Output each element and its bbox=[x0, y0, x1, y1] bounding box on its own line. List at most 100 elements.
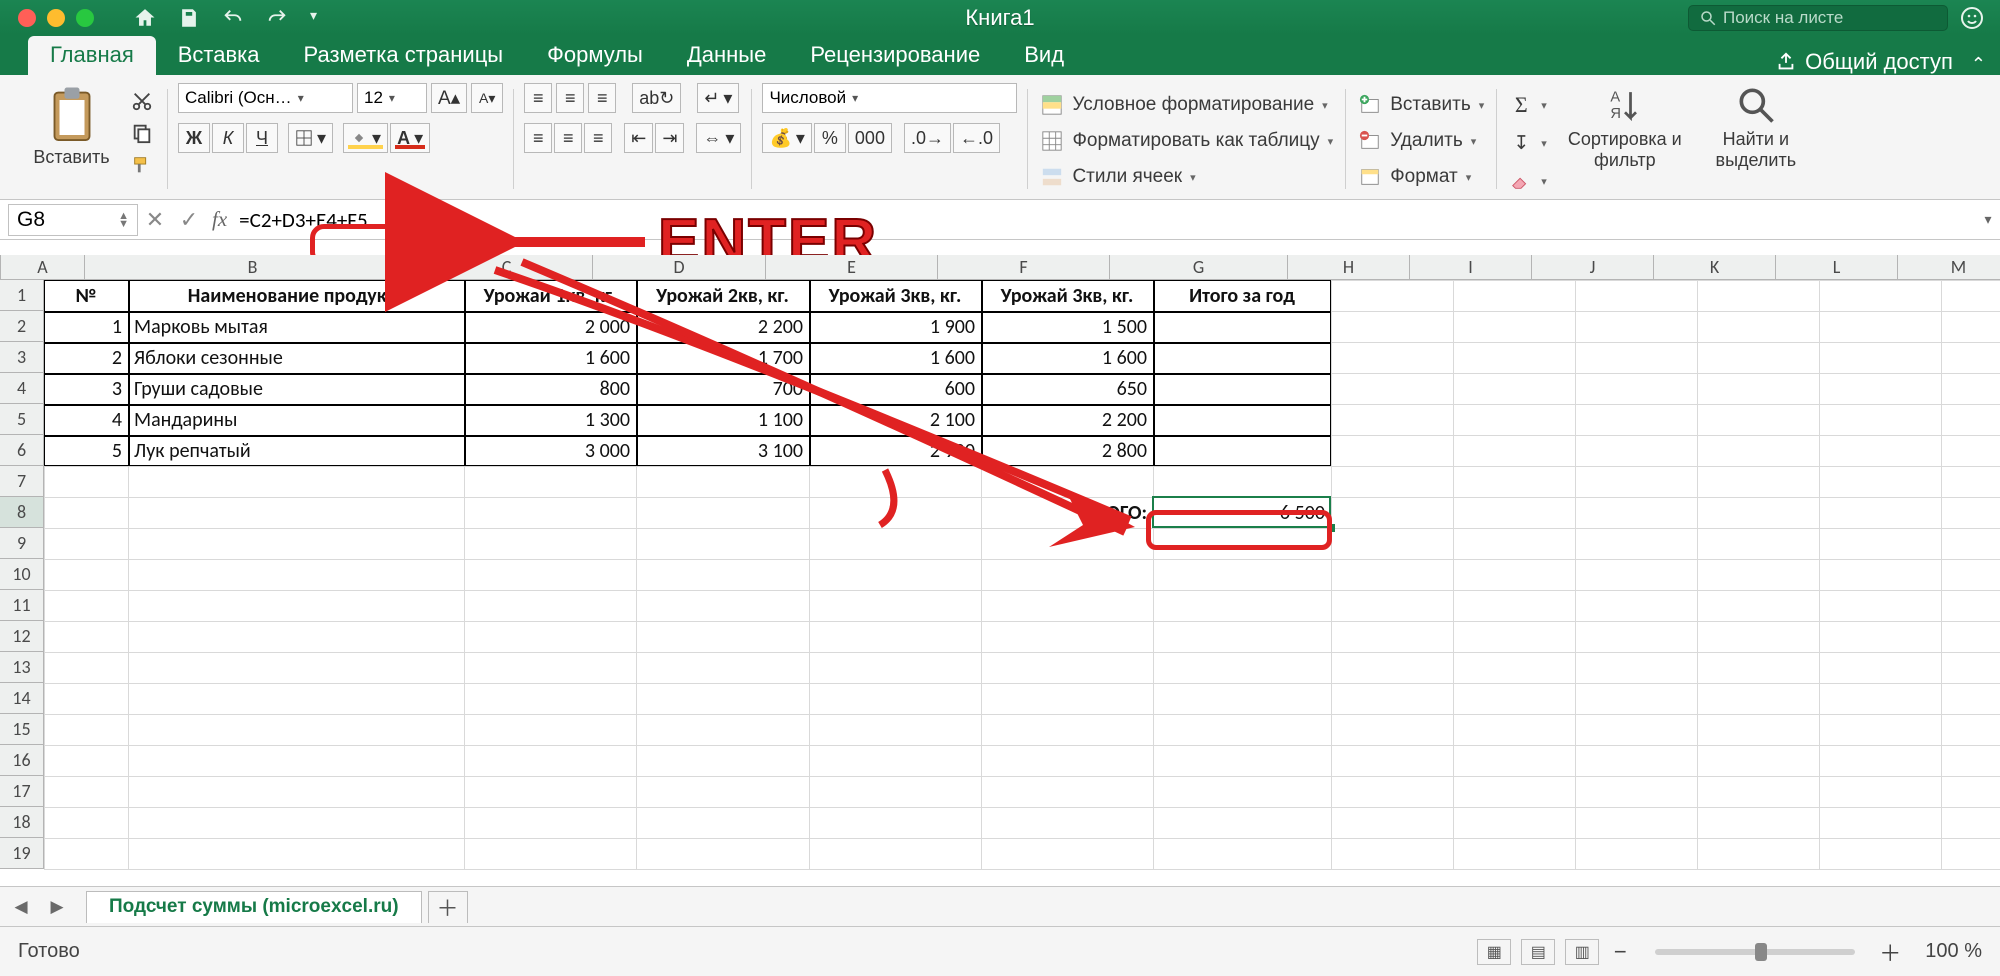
cell-A6[interactable]: 5 bbox=[44, 435, 128, 466]
decrease-indent-button[interactable]: ⇤ bbox=[624, 123, 653, 153]
align-center-button[interactable]: ≡ bbox=[554, 123, 582, 153]
insert-cells-button[interactable]: Вставить▾ bbox=[1356, 89, 1486, 121]
cell-A2[interactable]: 1 bbox=[44, 311, 128, 342]
cell-D5[interactable]: 1 100 bbox=[636, 404, 809, 435]
cell-A1[interactable]: № bbox=[44, 280, 128, 311]
cell-E1[interactable]: Урожай 3кв, кг. bbox=[809, 280, 981, 311]
col-header-H[interactable]: H bbox=[1288, 255, 1410, 279]
cell-E6[interactable]: 2 900 bbox=[809, 435, 981, 466]
tab-home[interactable]: Главная bbox=[28, 36, 156, 75]
cell-C1[interactable]: Урожай 1кв, кг. bbox=[464, 280, 636, 311]
align-top-button[interactable]: ≡ bbox=[524, 83, 552, 113]
underline-button[interactable]: Ч bbox=[246, 123, 278, 153]
percent-button[interactable]: % bbox=[814, 123, 846, 153]
col-header-M[interactable]: M bbox=[1898, 255, 2000, 279]
row-header-6[interactable]: 6 bbox=[0, 435, 43, 466]
tab-data[interactable]: Данные bbox=[665, 36, 788, 75]
cell-B4[interactable]: Груши садовые bbox=[128, 373, 464, 404]
enter-formula-button[interactable]: ✓ bbox=[172, 204, 206, 236]
align-middle-button[interactable]: ≡ bbox=[556, 83, 584, 113]
col-header-J[interactable]: J bbox=[1532, 255, 1654, 279]
add-sheet-button[interactable]: ＋ bbox=[428, 891, 468, 923]
cells-area[interactable]: №Наименование продуктаУрожай 1кв, кг.Уро… bbox=[44, 280, 2000, 869]
row-header-2[interactable]: 2 bbox=[0, 311, 43, 342]
merge-center-button[interactable]: ⇔▾ bbox=[696, 123, 741, 153]
cell-A5[interactable]: 4 bbox=[44, 404, 128, 435]
col-header-D[interactable]: D bbox=[593, 255, 766, 279]
row-header-14[interactable]: 14 bbox=[0, 683, 43, 714]
row-header-17[interactable]: 17 bbox=[0, 776, 43, 807]
row-header-10[interactable]: 10 bbox=[0, 559, 43, 590]
row-header-4[interactable]: 4 bbox=[0, 373, 43, 404]
feedback-icon[interactable] bbox=[1960, 6, 1984, 30]
cell-F6[interactable]: 2 800 bbox=[981, 435, 1153, 466]
font-color-button[interactable]: А▾ bbox=[390, 123, 430, 153]
row-header-5[interactable]: 5 bbox=[0, 404, 43, 435]
italic-button[interactable]: К bbox=[212, 123, 244, 153]
row-header-9[interactable]: 9 bbox=[0, 528, 43, 559]
cell-E4[interactable]: 600 bbox=[809, 373, 981, 404]
copy-button[interactable] bbox=[127, 121, 157, 145]
zoom-slider[interactable] bbox=[1655, 949, 1855, 955]
comma-style-button[interactable]: 000 bbox=[848, 123, 892, 153]
row-header-8[interactable]: 8 bbox=[0, 497, 43, 528]
view-normal-button[interactable]: ▦ bbox=[1477, 939, 1511, 965]
fill-button[interactable]: ↧▾ bbox=[1507, 127, 1549, 159]
sheet-search-box[interactable]: Поиск на листе bbox=[1688, 5, 1948, 31]
share-button[interactable]: Общий доступ bbox=[1775, 49, 1953, 75]
tab-layout[interactable]: Разметка страницы bbox=[282, 36, 526, 75]
minimize-window-button[interactable] bbox=[47, 9, 65, 27]
collapse-ribbon-icon[interactable]: ⌃ bbox=[1971, 54, 1986, 75]
close-window-button[interactable] bbox=[18, 9, 36, 27]
row-header-7[interactable]: 7 bbox=[0, 466, 43, 497]
cell-B3[interactable]: Яблоки сезонные bbox=[128, 342, 464, 373]
zoom-window-button[interactable] bbox=[76, 9, 94, 27]
col-header-I[interactable]: I bbox=[1410, 255, 1532, 279]
cell-E5[interactable]: 2 100 bbox=[809, 404, 981, 435]
tab-formulas[interactable]: Формулы bbox=[525, 36, 665, 75]
decrease-decimal-button[interactable]: ←.0 bbox=[953, 123, 1000, 153]
cell-C3[interactable]: 1 600 bbox=[464, 342, 636, 373]
cell-C5[interactable]: 1 300 bbox=[464, 404, 636, 435]
sort-filter-button[interactable]: AЯ Сортировка и фильтр bbox=[1565, 83, 1685, 170]
cancel-formula-button[interactable]: ✕ bbox=[138, 204, 172, 236]
cell-F5[interactable]: 2 200 bbox=[981, 404, 1153, 435]
zoom-in-button[interactable]: ＋ bbox=[1879, 936, 1901, 968]
row-header-16[interactable]: 16 bbox=[0, 745, 43, 776]
format-cells-button[interactable]: Формат▾ bbox=[1356, 161, 1486, 193]
cell-D6[interactable]: 3 100 bbox=[636, 435, 809, 466]
worksheet-grid[interactable]: ABCDEFGHIJKLM 12345678910111213141516171… bbox=[0, 255, 2000, 886]
undo-icon[interactable] bbox=[222, 7, 244, 29]
row-header-3[interactable]: 3 bbox=[0, 342, 43, 373]
view-page-layout-button[interactable]: ▤ bbox=[1521, 939, 1555, 965]
sheet-nav-prev[interactable]: ◀ bbox=[6, 892, 36, 922]
tab-insert[interactable]: Вставка bbox=[156, 36, 282, 75]
find-select-button[interactable]: Найти и выделить bbox=[1701, 83, 1811, 170]
borders-button[interactable]: ▾ bbox=[288, 123, 333, 153]
shrink-font-button[interactable]: A▾ bbox=[471, 83, 503, 113]
col-header-A[interactable]: A bbox=[1, 255, 85, 279]
cell-F2[interactable]: 1 500 bbox=[981, 311, 1153, 342]
cell-B1[interactable]: Наименование продукта bbox=[128, 280, 464, 311]
cell-F4[interactable]: 650 bbox=[981, 373, 1153, 404]
wrap-text-button[interactable]: ↵▾ bbox=[697, 83, 739, 113]
cell-E2[interactable]: 1 900 bbox=[809, 311, 981, 342]
row-header-12[interactable]: 12 bbox=[0, 621, 43, 652]
cell-G1[interactable]: Итого за год bbox=[1153, 280, 1331, 311]
format-as-table-button[interactable]: Форматировать как таблицу▾ bbox=[1038, 125, 1335, 157]
name-box[interactable]: G8 ▲▼ bbox=[8, 204, 138, 236]
col-header-L[interactable]: L bbox=[1776, 255, 1898, 279]
expand-formula-bar-icon[interactable]: ▾ bbox=[1976, 211, 2000, 228]
col-header-G[interactable]: G bbox=[1110, 255, 1288, 279]
cell-D3[interactable]: 1 700 bbox=[636, 342, 809, 373]
cell-D1[interactable]: Урожай 2кв, кг. bbox=[636, 280, 809, 311]
cell-A4[interactable]: 3 bbox=[44, 373, 128, 404]
cell-D4[interactable]: 700 bbox=[636, 373, 809, 404]
row-header-19[interactable]: 19 bbox=[0, 838, 43, 869]
col-header-F[interactable]: F bbox=[938, 255, 1110, 279]
cell-E3[interactable]: 1 600 bbox=[809, 342, 981, 373]
row-header-18[interactable]: 18 bbox=[0, 807, 43, 838]
cell-B2[interactable]: Марковь мытая bbox=[128, 311, 464, 342]
conditional-formatting-button[interactable]: Условное форматирование▾ bbox=[1038, 89, 1335, 121]
align-left-button[interactable]: ≡ bbox=[524, 123, 552, 153]
